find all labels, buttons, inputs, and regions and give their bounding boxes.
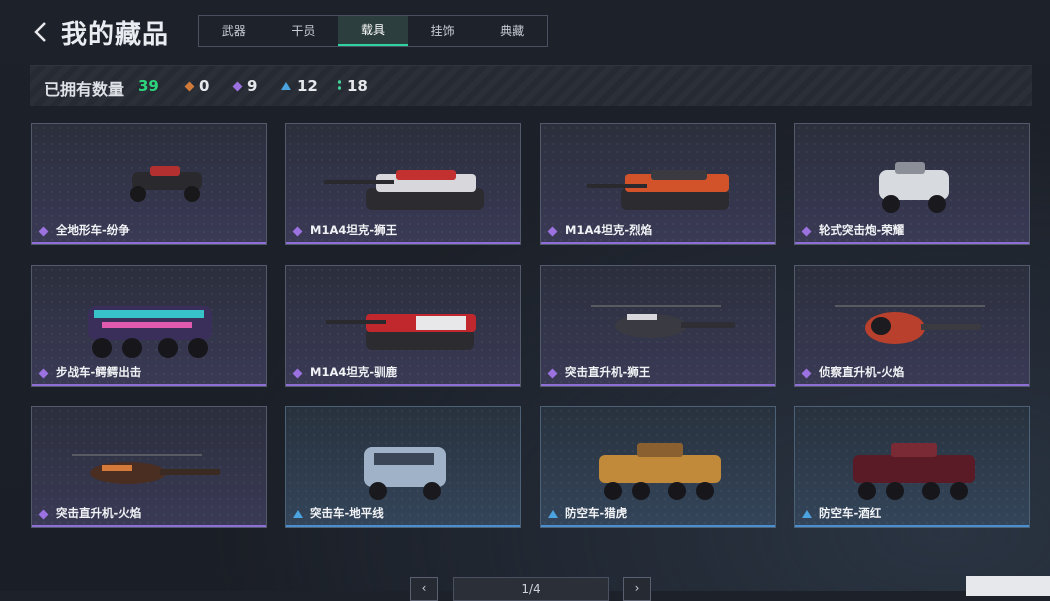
owned-count-label: 已拥有数量 xyxy=(44,80,125,99)
next-page-button[interactable]: › xyxy=(623,577,651,601)
item-name: 轮式突击炮-荣耀 xyxy=(819,223,905,237)
rarity-bar xyxy=(795,384,1029,386)
back-button[interactable] xyxy=(32,20,50,44)
item-name: 防空车-猎虎 xyxy=(565,506,628,520)
item-name: M1A4坦克-驯鹿 xyxy=(310,365,398,379)
blue-rarity-icon xyxy=(281,82,291,90)
green-count-value: 18 xyxy=(347,77,368,95)
rarity-bar xyxy=(541,242,775,244)
orange-rarity-count: 0 xyxy=(184,77,210,95)
rarity-bar xyxy=(32,242,266,244)
tab-vehicles[interactable]: 载具 xyxy=(338,16,408,46)
blue-count-value: 12 xyxy=(297,77,318,95)
rarity-bar xyxy=(32,525,266,527)
item-name: 突击直升机-火焰 xyxy=(56,506,142,520)
green-rarity-count: 18 xyxy=(338,77,368,95)
item-card[interactable]: M1A4坦克-狮王 xyxy=(285,123,521,245)
tab-charms[interactable]: 挂饰 xyxy=(408,16,478,46)
category-tabs: 武器 干员 载具 挂饰 典藏 xyxy=(198,15,548,47)
item-card[interactable]: 突击车-地平线 xyxy=(285,406,521,528)
prev-page-button[interactable]: ‹ xyxy=(410,577,438,601)
blue-rarity-icon xyxy=(293,510,303,518)
item-card[interactable]: 防空车-猎虎 xyxy=(540,406,776,528)
item-card[interactable]: 全地形车-纷争 xyxy=(31,123,267,245)
rarity-bar xyxy=(286,242,520,244)
tab-operators[interactable]: 干员 xyxy=(269,16,339,46)
purple-rarity-count: 9 xyxy=(232,77,258,95)
item-card[interactable]: 步战车-鳄鳄出击 xyxy=(31,265,267,387)
rarity-bar xyxy=(795,242,1029,244)
rarity-bar xyxy=(32,384,266,386)
item-name: M1A4坦克-烈焰 xyxy=(565,223,653,237)
corner-button[interactable] xyxy=(966,576,1050,596)
rarity-bar xyxy=(541,384,775,386)
tab-collection[interactable]: 典藏 xyxy=(477,16,547,46)
orange-rarity-icon xyxy=(184,81,195,92)
tab-weapons[interactable]: 武器 xyxy=(199,16,269,46)
rarity-bar xyxy=(541,525,775,527)
item-name: 步战车-鳄鳄出击 xyxy=(56,365,142,379)
page-header: 我的藏品 武器 干员 载具 挂饰 典藏 xyxy=(0,0,1050,62)
purple-count-value: 9 xyxy=(247,77,258,95)
blue-rarity-icon xyxy=(548,510,558,518)
page-title: 我的藏品 xyxy=(61,20,170,50)
chevron-left-icon xyxy=(34,22,46,42)
item-name: 突击车-地平线 xyxy=(310,506,384,520)
page-indicator: 1/4 xyxy=(453,577,609,601)
item-name: 侦察直升机-火焰 xyxy=(819,365,905,379)
owned-count-total: 39 xyxy=(138,77,159,95)
orange-count-value: 0 xyxy=(199,77,210,95)
item-card[interactable]: 突击直升机-狮王 xyxy=(540,265,776,387)
chevron-left-icon: ‹ xyxy=(421,581,427,595)
item-name: M1A4坦克-狮王 xyxy=(310,223,398,237)
blue-rarity-count: 12 xyxy=(281,77,318,95)
item-card[interactable]: 防空车-酒红 xyxy=(794,406,1030,528)
ownership-stats-bar: 已拥有数量 39 0 9 12 18 xyxy=(30,65,1032,106)
item-card[interactable]: M1A4坦克-烈焰 xyxy=(540,123,776,245)
item-name: 防空车-酒红 xyxy=(819,506,882,520)
item-card[interactable]: 轮式突击炮-荣耀 xyxy=(794,123,1030,245)
item-name: 突击直升机-狮王 xyxy=(565,365,651,379)
item-card[interactable]: M1A4坦克-驯鹿 xyxy=(285,265,521,387)
green-rarity-icon xyxy=(338,80,341,90)
rarity-bar xyxy=(286,384,520,386)
blue-rarity-icon xyxy=(802,510,812,518)
item-card[interactable]: 突击直升机-火焰 xyxy=(31,406,267,528)
item-name: 全地形车-纷争 xyxy=(56,223,130,237)
item-card[interactable]: 侦察直升机-火焰 xyxy=(794,265,1030,387)
chevron-right-icon: › xyxy=(634,581,640,595)
purple-rarity-icon xyxy=(232,81,243,92)
rarity-bar xyxy=(795,525,1029,527)
rarity-bar xyxy=(286,525,520,527)
